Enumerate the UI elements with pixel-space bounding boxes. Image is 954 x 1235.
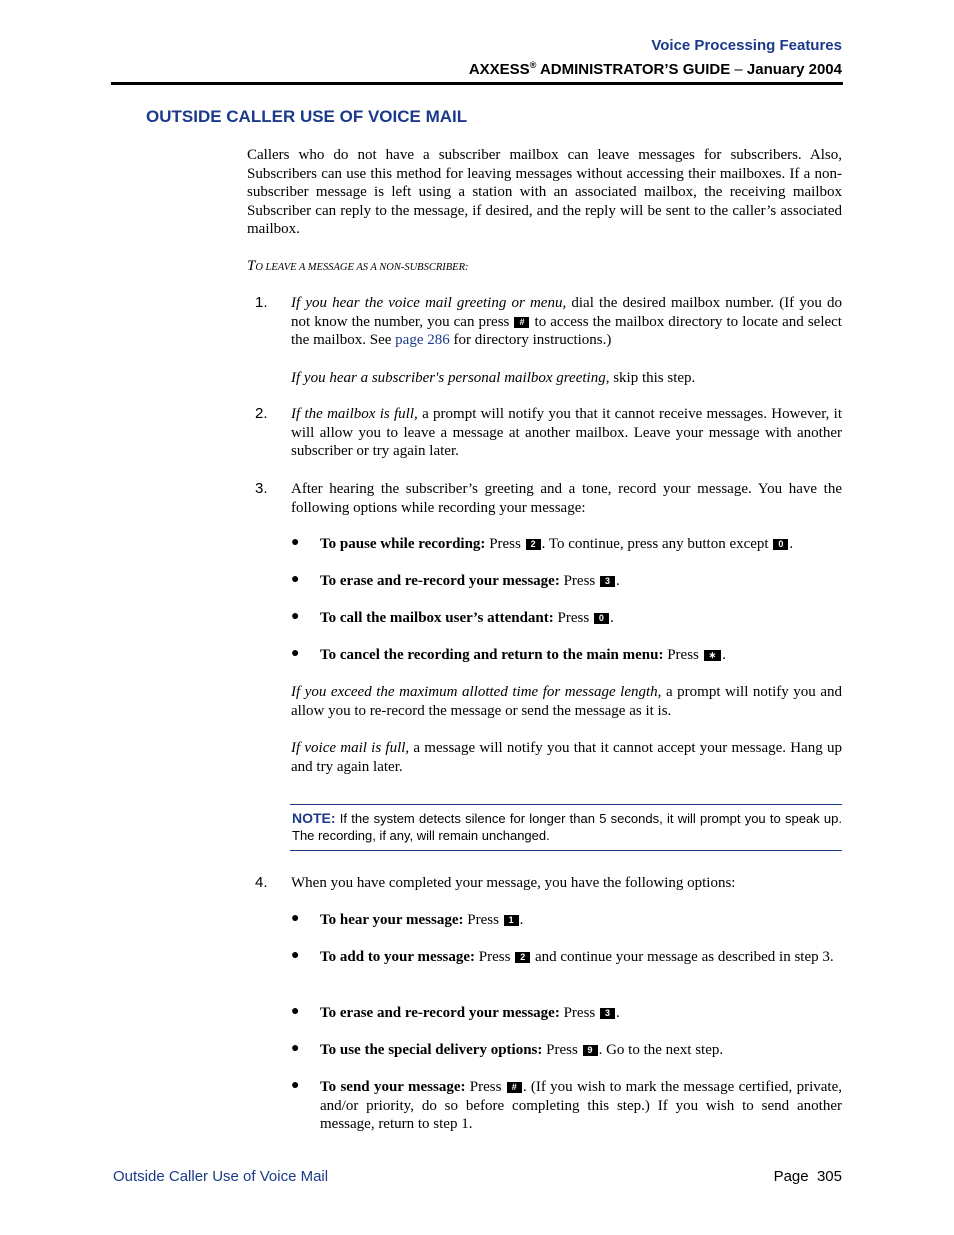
step-1-subtext: If you hear a subscriber's personal mail…: [291, 369, 842, 388]
option-item: To send your message: Press #. (If you w…: [320, 1078, 842, 1134]
key-2-icon: 2: [515, 952, 531, 963]
option-label: To cancel the recording and return to th…: [320, 647, 664, 663]
key-2-icon: 2: [525, 539, 541, 550]
step-1-lead: If you hear the voice mail greeting or m…: [291, 295, 567, 311]
guide-date: January 2004: [746, 61, 842, 78]
option-text: .: [519, 912, 524, 928]
option-label: To call the mailbox user’s attendant:: [320, 610, 554, 626]
option-item: To erase and re-record your message: Pre…: [320, 1004, 842, 1023]
key-9-icon: 9: [582, 1045, 598, 1056]
option-text: and continue your message as described i…: [531, 949, 834, 965]
key-0-icon: 0: [593, 613, 609, 624]
option-label: To add to your message:: [320, 949, 476, 965]
option-label: To send your message:: [320, 1079, 466, 1095]
step-2-text: If the mailbox is full, a prompt will no…: [291, 405, 842, 461]
option-text: Press: [463, 912, 503, 928]
step-number: 4.: [255, 874, 268, 891]
option-item: To use the special delivery options: Pre…: [320, 1041, 842, 1060]
step-number: 1.: [255, 294, 268, 311]
option-text: .: [789, 536, 794, 552]
key-3-icon: 3: [600, 576, 616, 587]
option-label: To use the special delivery options:: [320, 1042, 543, 1058]
option-text: Press: [475, 949, 515, 965]
bullet-icon: ●: [291, 535, 300, 550]
section-title: OUTSIDE CALLER USE OF VOICE MAIL: [146, 107, 468, 126]
option-text: Press: [542, 1042, 582, 1058]
procedure-title: TO LEAVE A MESSAGE AS A NON-SUBSCRIBER:: [247, 258, 469, 275]
key-star-icon: ∗: [703, 650, 722, 661]
option-text: Press: [553, 610, 593, 626]
guide-brand: AXXESS: [468, 61, 530, 78]
option-label: To pause while recording:: [320, 536, 486, 552]
step-4-text: When you have completed your message, yo…: [291, 875, 736, 891]
page-number-value: 305: [816, 1168, 842, 1185]
page-number: Page 305: [774, 1168, 842, 1185]
bullet-icon: ●: [291, 1041, 300, 1056]
option-label: To erase and re-record your message:: [320, 1005, 560, 1021]
bullet-icon: ●: [291, 948, 300, 963]
footer-section-title: Outside Caller Use of Voice Mail: [113, 1168, 329, 1185]
step-3-text: After hearing the subscriber’s greeting …: [291, 481, 842, 516]
bullet-icon: ●: [291, 1004, 300, 1019]
bullet-icon: ●: [291, 572, 300, 587]
option-text: .: [616, 573, 620, 589]
key-3-icon: 3: [600, 1008, 616, 1019]
bullet-icon: ●: [291, 1078, 300, 1093]
step-1-text: If you hear the voice mail greeting or m…: [291, 294, 842, 350]
note-box: NOTE: If the system detects silence for …: [290, 804, 842, 851]
option-label: To erase and re-record your message:: [320, 573, 560, 589]
option-text: Press: [465, 1079, 506, 1095]
step-1-sub-lead: If you hear a subscriber's personal mail…: [291, 370, 610, 386]
guide-name: ADMINISTRATOR’S GUIDE: [536, 61, 731, 78]
header-rule: [111, 82, 843, 85]
option-item: To hear your message: Press 1.: [320, 911, 842, 930]
option-text: .: [609, 610, 614, 626]
option-item: To add to your message: Press 2 and cont…: [320, 948, 842, 967]
option-text: Press: [559, 1005, 599, 1021]
bullet-icon: ●: [291, 646, 300, 661]
bullet-icon: ●: [291, 911, 300, 926]
procedure-title-rest: O LEAVE A MESSAGE AS A NON-SUBSCRIBER:: [255, 262, 469, 273]
header-guide-title: AXXESS® ADMINISTRATOR’S GUIDE – January …: [469, 60, 842, 78]
option-item: To pause while recording: Press 2. To co…: [320, 535, 842, 554]
key-1-icon: 1: [503, 915, 519, 926]
key-hash-icon: #: [506, 1082, 522, 1093]
page-286-link[interactable]: page 286: [395, 332, 450, 348]
para-lead: If voice mail is full,: [291, 740, 410, 756]
key-0-icon: 0: [773, 539, 789, 550]
step-3-para-exceed: If you exceed the maximum allotted time …: [291, 683, 842, 720]
option-text: Press: [559, 573, 599, 589]
option-text: Press: [485, 536, 525, 552]
para-lead: If you exceed the maximum allotted time …: [291, 684, 662, 700]
intro-paragraph: Callers who do not have a subscriber mai…: [247, 147, 842, 238]
step-number: 3.: [255, 480, 268, 497]
step-number: 2.: [255, 405, 268, 422]
bullet-icon: ●: [291, 609, 300, 624]
page-label: Page: [773, 1168, 809, 1185]
header-section-title: Voice Processing Features: [651, 37, 842, 54]
option-label: To hear your message:: [320, 912, 464, 928]
note-text: If the system detects silence for longer…: [292, 811, 842, 843]
guide-dash: –: [730, 61, 747, 78]
key-hash-icon: #: [514, 316, 530, 328]
option-text: .: [722, 647, 726, 663]
step-2-lead: If the mailbox is full,: [291, 406, 418, 422]
step-3-para-full: If voice mail is full, a message will no…: [291, 739, 842, 776]
option-text: Press: [663, 647, 703, 663]
option-item: To call the mailbox user’s attendant: Pr…: [320, 609, 842, 628]
option-item: To erase and re-record your message: Pre…: [320, 572, 842, 591]
option-text: . Go to the next step.: [598, 1042, 724, 1058]
note-label: NOTE:: [292, 810, 336, 826]
step-1-sub-text: skip this step.: [609, 370, 696, 386]
option-item: To cancel the recording and return to th…: [320, 646, 842, 665]
option-text: .: [616, 1005, 620, 1021]
step-1-text-c: for directory instructions.): [449, 332, 612, 349]
option-text: . To continue, press any button except: [541, 536, 773, 552]
